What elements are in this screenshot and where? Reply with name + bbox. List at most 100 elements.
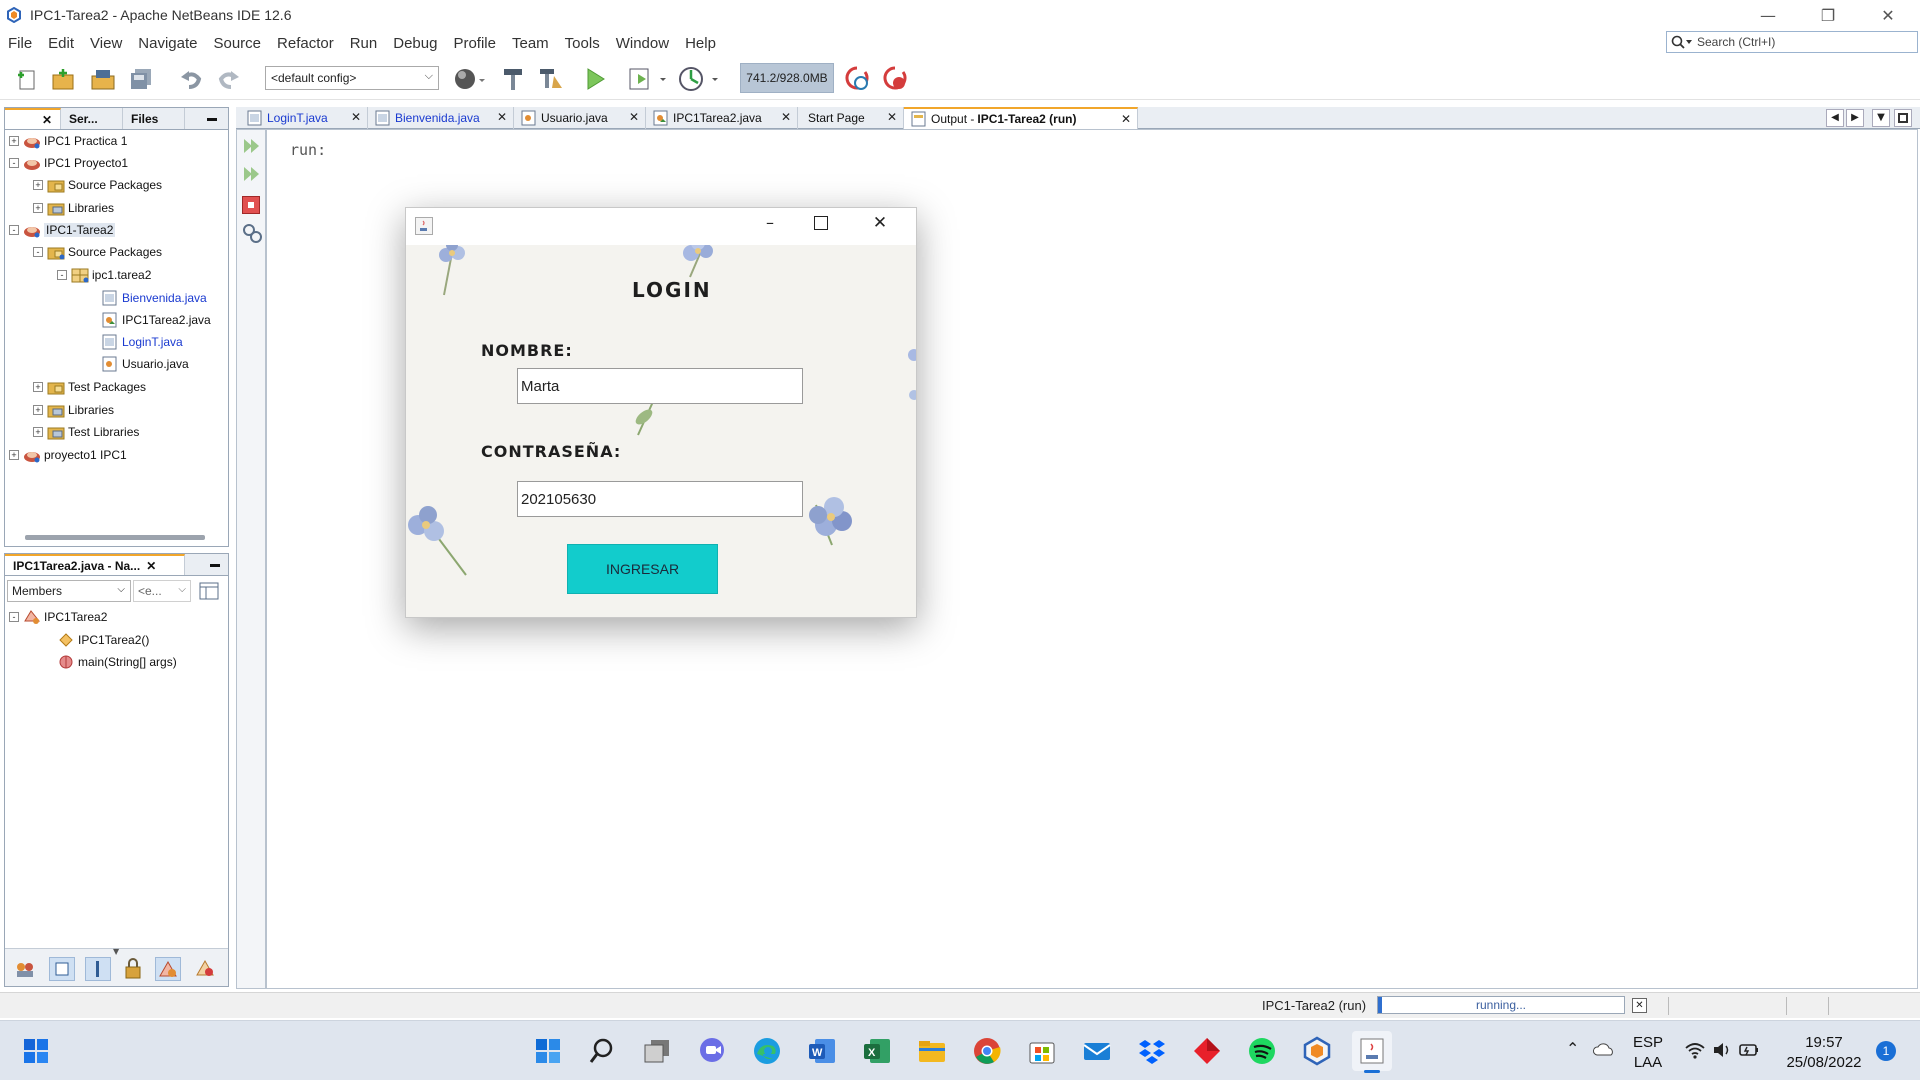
tab-output[interactable]: Output - IPC1-Tarea2 (run) ✕: [904, 107, 1138, 129]
collapse-icon[interactable]: -: [9, 225, 19, 235]
volume-button[interactable]: [1712, 1041, 1732, 1059]
excel-button[interactable]: X: [857, 1031, 897, 1071]
taskbar-start-button[interactable]: [528, 1031, 568, 1071]
open-project-button[interactable]: [88, 64, 118, 94]
tab-ipc1tarea2-java[interactable]: IPC1Tarea2.java ✕: [646, 107, 798, 129]
run-button[interactable]: [580, 64, 610, 94]
menu-tools[interactable]: Tools: [557, 35, 608, 52]
build-button[interactable]: [498, 64, 528, 94]
expand-icon[interactable]: +: [33, 382, 43, 392]
tree-node-project[interactable]: + IPC1 Practica 1: [9, 131, 127, 151]
tab-projects[interactable]: ✕: [5, 108, 61, 129]
tree-node-source-packages[interactable]: + Source Packages: [33, 175, 162, 195]
expand-icon[interactable]: +: [33, 405, 43, 415]
wifi-button[interactable]: [1684, 1041, 1706, 1059]
cancel-task-button[interactable]: ✕: [1632, 998, 1647, 1013]
scroll-tabs-right-button[interactable]: ▶: [1846, 109, 1864, 127]
onedrive-button[interactable]: [1592, 1041, 1616, 1057]
battery-button[interactable]: [1738, 1041, 1760, 1059]
save-all-button[interactable]: [126, 64, 156, 94]
red-app-button[interactable]: [1187, 1031, 1227, 1071]
dialog-minimize-button[interactable]: –: [756, 213, 784, 239]
inherited-members-button[interactable]: [13, 957, 37, 981]
profiler-snapshot-button[interactable]: [880, 64, 910, 94]
tree-node-method[interactable]: main(String[] args): [57, 652, 177, 672]
undo-button[interactable]: [176, 64, 206, 94]
show-non-public-button[interactable]: [121, 957, 145, 981]
chat-button[interactable]: [692, 1031, 732, 1071]
ingresar-button[interactable]: INGRESAR: [567, 544, 718, 594]
config-select[interactable]: <default config> ⌵: [265, 66, 439, 90]
collapse-icon[interactable]: -: [9, 612, 19, 622]
java-app-button[interactable]: [1352, 1031, 1392, 1073]
menu-source[interactable]: Source: [205, 35, 269, 52]
horizontal-scrollbar[interactable]: [25, 535, 205, 540]
tree-node-class[interactable]: - IPC1Tarea2: [9, 607, 107, 627]
tree-node-source-packages[interactable]: - Source Packages: [33, 242, 162, 262]
dropbox-button[interactable]: [1132, 1031, 1172, 1071]
close-tab-icon[interactable]: ✕: [781, 110, 791, 124]
stop-button[interactable]: [242, 196, 260, 214]
menu-edit[interactable]: Edit: [40, 35, 82, 52]
tree-node-project[interactable]: - IPC1 Proyecto1: [9, 153, 128, 173]
close-tab-icon[interactable]: ✕: [629, 110, 639, 124]
show-static-button[interactable]: [85, 957, 111, 981]
close-icon[interactable]: ✕: [146, 559, 156, 573]
menu-file[interactable]: File: [0, 35, 40, 52]
tree-node-constructor[interactable]: IPC1Tarea2(): [57, 630, 149, 650]
close-tab-icon[interactable]: ✕: [351, 110, 361, 124]
expand-icon[interactable]: +: [33, 427, 43, 437]
close-icon[interactable]: ✕: [42, 113, 52, 127]
restore-button[interactable]: ❐: [1800, 0, 1856, 30]
clean-build-button[interactable]: [536, 64, 566, 94]
chrome-button[interactable]: [967, 1031, 1007, 1071]
tab-services[interactable]: Ser...: [61, 108, 123, 129]
show-hidden-icons-button[interactable]: ⌃: [1566, 1039, 1579, 1058]
tree-node-file[interactable]: Usuario.java: [101, 354, 189, 374]
menu-view[interactable]: View: [82, 35, 130, 52]
close-tab-icon[interactable]: ✕: [887, 110, 897, 124]
element-filter-select[interactable]: <e... ⌵: [133, 580, 191, 602]
word-button[interactable]: W: [802, 1031, 842, 1071]
file-explorer-button[interactable]: [912, 1031, 952, 1071]
target-platform-button[interactable]: [450, 64, 490, 94]
expand-icon[interactable]: +: [33, 203, 43, 213]
tree-node-project-selected[interactable]: - IPC1-Tarea2: [9, 220, 116, 240]
dialog-close-button[interactable]: ✕: [866, 213, 894, 239]
collapse-icon[interactable]: -: [57, 270, 67, 280]
memory-indicator[interactable]: 741.2/928.0MB: [740, 63, 834, 93]
password-field[interactable]: 202105630: [517, 481, 803, 517]
maximize-window-button[interactable]: [1894, 109, 1912, 127]
menu-profile[interactable]: Profile: [445, 35, 504, 52]
debug-button[interactable]: [624, 64, 672, 94]
menu-refactor[interactable]: Refactor: [269, 35, 342, 52]
tree-node-file[interactable]: LoginT.java: [101, 332, 183, 352]
tab-navigator[interactable]: IPC1Tarea2.java - Na... ✕: [5, 554, 185, 575]
menu-debug[interactable]: Debug: [385, 35, 445, 52]
task-view-button[interactable]: [637, 1031, 677, 1071]
menu-navigate[interactable]: Navigate: [130, 35, 205, 52]
start-button[interactable]: [16, 1031, 56, 1071]
menu-window[interactable]: Window: [608, 35, 677, 52]
members-filter-select[interactable]: Members ⌵: [7, 580, 131, 602]
profile-button[interactable]: [676, 64, 724, 94]
new-project-button[interactable]: [48, 64, 78, 94]
close-button[interactable]: ✕: [1860, 0, 1916, 30]
menu-help[interactable]: Help: [677, 35, 724, 52]
clock[interactable]: 19:57 25/08/2022: [1774, 1033, 1874, 1073]
scroll-tabs-left-button[interactable]: ◀: [1826, 109, 1844, 127]
mail-button[interactable]: [1077, 1031, 1117, 1071]
dialog-maximize-button[interactable]: [814, 216, 828, 230]
netbeans-button[interactable]: [1297, 1031, 1337, 1071]
expand-icon[interactable]: +: [33, 180, 43, 190]
tab-start-page[interactable]: Start Page ✕: [798, 107, 904, 129]
minimize-panel-button[interactable]: ▬: [185, 554, 228, 575]
input-language-button[interactable]: ESP LAA: [1628, 1033, 1668, 1073]
name-field[interactable]: Marta: [517, 368, 803, 404]
sort-by-name-button[interactable]: [155, 957, 181, 981]
gc-button[interactable]: [842, 64, 872, 94]
show-opened-documents-button[interactable]: ▼: [1872, 109, 1890, 127]
spotify-button[interactable]: [1242, 1031, 1282, 1071]
new-file-button[interactable]: [12, 64, 42, 94]
taskbar-search-button[interactable]: [582, 1031, 622, 1071]
